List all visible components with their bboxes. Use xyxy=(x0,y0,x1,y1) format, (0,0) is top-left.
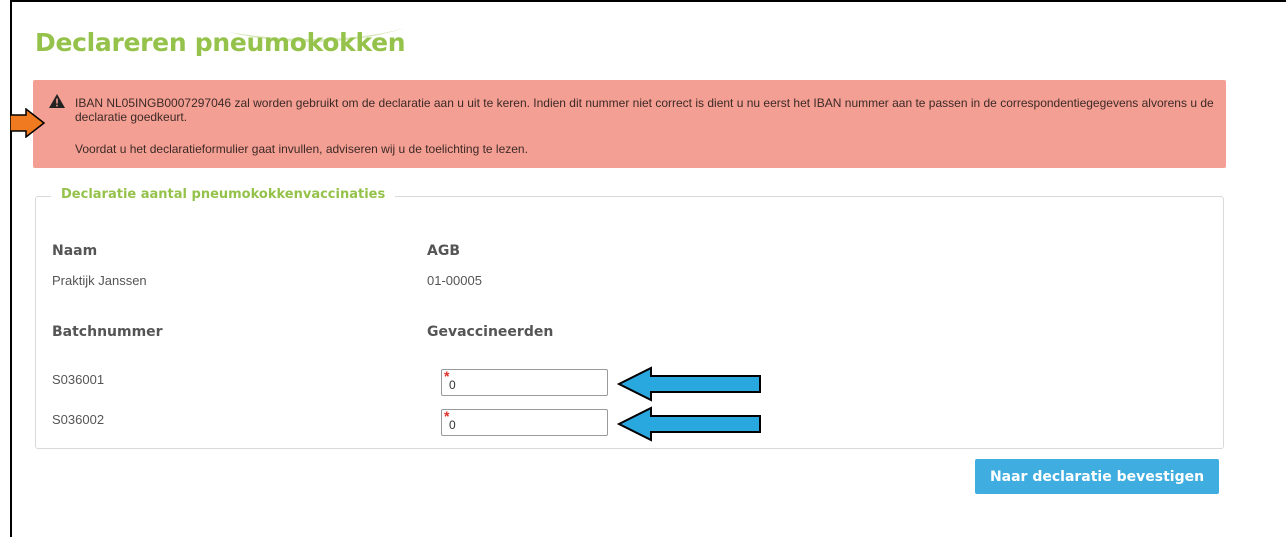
vaccinated-input-row-2-wrapper: * xyxy=(441,408,608,436)
orange-annotation-arrow-icon xyxy=(10,108,46,138)
vaccinated-input-row-1[interactable] xyxy=(441,369,608,396)
batch-number-row-1: S036001 xyxy=(52,372,105,387)
batch-number-row-2: S036002 xyxy=(52,412,105,427)
blue-annotation-arrow-icon xyxy=(617,366,761,402)
vaccinated-input-row-1-wrapper: * xyxy=(441,368,608,396)
vaccinated-label: Gevaccineerden xyxy=(427,324,554,340)
vaccinated-input-row-2[interactable] xyxy=(441,409,608,436)
agb-label: AGB xyxy=(427,243,460,259)
agb-value: 01-00005 xyxy=(427,273,482,288)
alert-iban-message: IBAN NL05INGB0007297046 zal worden gebru… xyxy=(75,96,1214,124)
required-asterisk: * xyxy=(444,368,450,384)
blue-annotation-arrow-icon xyxy=(617,406,761,442)
page-title: Declareren pneumokokken xyxy=(35,28,406,57)
submit-declaration-button[interactable]: Naar declaratie bevestigen xyxy=(975,459,1219,494)
required-asterisk: * xyxy=(444,408,450,424)
name-value: Praktijk Janssen xyxy=(52,273,147,288)
fieldset-legend: Declaratie aantal pneumokokkenvaccinatie… xyxy=(51,187,396,202)
alert-advice-message: Voordat u het declaratieformulier gaat i… xyxy=(75,142,528,156)
batch-number-label: Batchnummer xyxy=(52,324,163,340)
iban-warning-alert: IBAN NL05INGB0007297046 zal worden gebru… xyxy=(33,80,1226,168)
warning-icon xyxy=(49,94,65,108)
name-label: Naam xyxy=(52,243,98,259)
